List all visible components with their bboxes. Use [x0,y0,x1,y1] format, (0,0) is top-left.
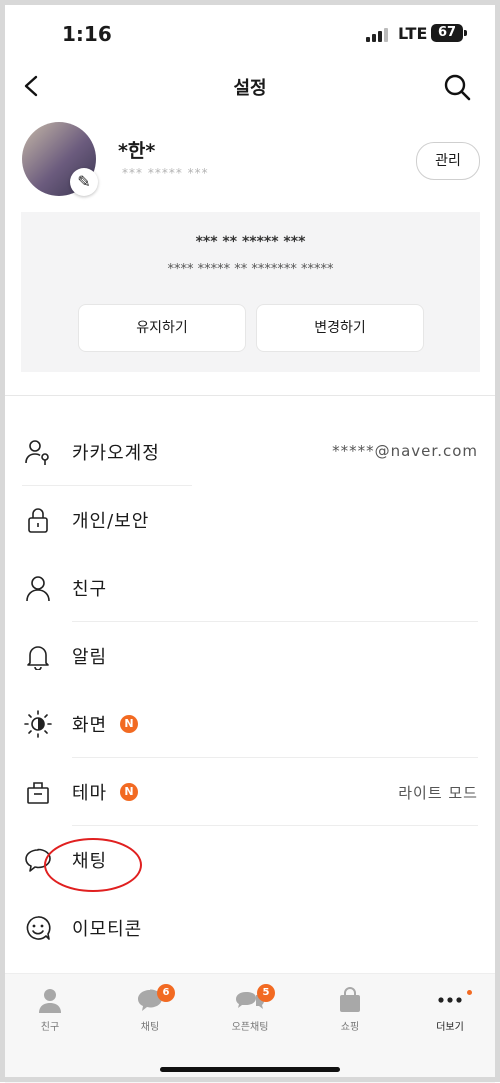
tab-shopping[interactable]: 쇼핑 [315,986,385,1046]
keep-button[interactable]: 유지하기 [78,304,246,352]
tab-more[interactable]: 더보기 [415,986,485,1046]
menu-label: 화면 [72,715,108,736]
menu-item-theme[interactable]: 테마 N 라이트 모드 [0,758,500,826]
tab-label: 더보기 [436,1022,464,1033]
menu-item-privacy[interactable]: 개인/보안 [0,486,500,554]
profile-name: *한* [118,140,156,162]
menu-item-display[interactable]: 화면 N [0,690,500,758]
signal-icon [366,28,392,42]
battery-icon: 67 [431,24,467,42]
manage-button[interactable]: 관리 [416,142,480,180]
tab-label: 채팅 [140,1022,160,1033]
chat-count-badge: 6 [157,984,175,1002]
new-badge: N [120,783,138,801]
account-notice-box: *** ** ***** *** **** ***** ** ******* *… [21,212,480,372]
app-header: 설정 [0,62,500,110]
new-badge: N [120,715,138,733]
menu-label: 친구 [72,579,108,600]
menu-item-emoticons[interactable]: 이모티콘 [0,894,500,962]
brightness-icon [24,710,52,738]
tab-label: 친구 [40,1022,60,1033]
home-indicator [160,1067,340,1072]
status-bar: 1:16 LTE 67 [0,18,500,50]
account-email: *****@naver.com [332,442,478,460]
bell-icon [27,646,49,670]
theme-icon [27,782,49,804]
profile-section: ✎ *한* *** ***** *** 관리 [0,120,500,210]
page-title: 설정 [233,78,267,99]
theme-mode-value: 라이트 모드 [398,784,478,802]
emoticon-icon [26,916,51,940]
menu-item-friends[interactable]: 친구 [0,554,500,622]
notice-line-2: **** ***** ** ******* ***** [167,262,334,277]
change-button[interactable]: 변경하기 [256,304,424,352]
friends-icon [39,989,61,1013]
tab-open-chats[interactable]: 5 오픈채팅 [215,984,285,1046]
highlight-annotation-circle [44,838,142,892]
profile-email: *** ***** *** [122,166,209,180]
open-chat-count-badge: 5 [257,984,275,1002]
menu-label: 알림 [72,647,108,668]
menu-label: 이모티콘 [72,919,143,940]
notice-line-1: *** ** ***** *** [195,234,306,250]
tab-label: 쇼핑 [340,1022,360,1033]
menu-item-kakao-account[interactable]: 카카오계정 *****@naver.com [0,418,500,486]
menu-label: 개인/보안 [72,511,150,532]
search-icon[interactable] [442,72,472,102]
person-key-icon [25,440,49,465]
network-label: LTE [398,24,428,43]
status-time: 1:16 [62,22,112,46]
lock-icon [28,508,48,533]
menu-label: 테마 [72,783,108,804]
tab-label: 오픈채팅 [231,1022,269,1033]
tab-chats[interactable]: 6 채팅 [115,984,185,1046]
person-icon [26,576,50,602]
menu-label: 카카오계정 [72,443,160,464]
shopping-icon [340,987,360,1012]
section-divider [0,395,500,396]
tab-friends[interactable]: 친구 [15,986,85,1046]
more-new-dot [467,990,472,995]
edit-profile-icon[interactable]: ✎ [70,168,98,196]
more-icon [438,997,462,1003]
menu-item-notifications[interactable]: 알림 [0,622,500,690]
